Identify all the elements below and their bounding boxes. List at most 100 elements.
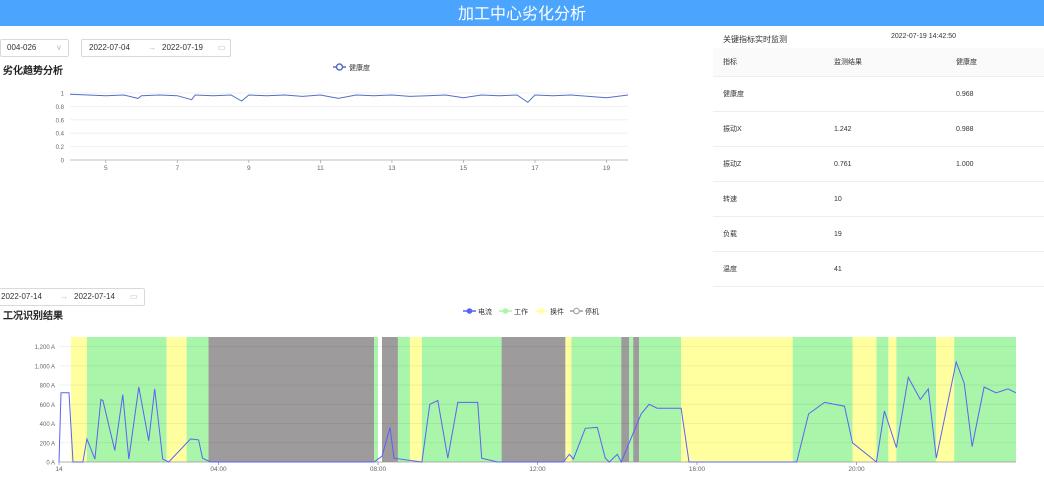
state-band — [374, 337, 378, 462]
range-end[interactable]: 2022-07-19 — [162, 40, 203, 56]
table-row: 健康度 0.968 — [713, 76, 1044, 112]
table-cell: 负载 — [713, 216, 824, 252]
y-tick-label: 1 — [61, 92, 65, 98]
legend-work[interactable]: 工作 — [499, 307, 528, 316]
y-tick-label: 200 A — [40, 441, 55, 447]
x-tick-label: 13 — [388, 165, 396, 172]
state-band — [381, 337, 398, 462]
table-row: 负载 19 — [713, 216, 1044, 252]
legend-swap[interactable]: 换件 — [535, 307, 564, 316]
table-cell — [946, 181, 1044, 217]
table-cell: 温度 — [713, 251, 824, 287]
column-header: 监测结果 — [824, 48, 946, 77]
device-select-value: 004-026 — [7, 43, 37, 52]
state-band — [621, 337, 630, 462]
state-band — [681, 337, 793, 462]
x-tick-label: 11 — [317, 165, 324, 172]
legend-label: 停机 — [585, 307, 599, 316]
table-cell: 转速 — [713, 181, 824, 217]
column-header: 指标 — [713, 48, 824, 77]
table-cell: 0.968 — [946, 76, 1044, 112]
x-tick-label: 14 — [55, 466, 63, 473]
y-tick-label: 0.8 — [56, 105, 65, 111]
monitor-table: 指标 监测结果 健康度 健康度 0.968 振动X 1.242 0.988 振动Z 0.… — [713, 48, 1044, 287]
table-row: 转速 10 — [713, 181, 1044, 217]
x-tick-label: 08:00 — [370, 466, 387, 473]
condition-legend[interactable]: 电流 工作 换件 停机 — [463, 307, 599, 316]
arrow-right-icon: → — [148, 43, 156, 52]
table-cell: 19 — [824, 216, 946, 252]
table-cell: 0.761 — [824, 146, 946, 182]
state-band — [166, 337, 187, 462]
monitor-panel: 关键指标实时监测 2022-07-19 14:42:50 指标 监测结果 健康度… — [713, 28, 1044, 290]
table-cell: 振动X — [713, 111, 824, 147]
x-tick-label: 7 — [175, 165, 179, 172]
state-band — [501, 337, 566, 462]
health-series-line — [69, 93, 629, 104]
x-tick-label: 19 — [603, 165, 611, 172]
state-band — [70, 337, 87, 462]
trend-legend-label: 健康度 — [349, 63, 370, 72]
state-band — [421, 337, 502, 462]
x-tick-label: 9 — [247, 165, 251, 172]
table-cell: 健康度 — [713, 76, 824, 112]
x-tick-label: 17 — [531, 165, 539, 172]
table-cell: 10 — [824, 181, 946, 217]
legend-label: 工作 — [514, 307, 528, 316]
legend-label: 电流 — [478, 307, 492, 316]
x-tick-label: 12:00 — [529, 466, 546, 473]
state-band — [565, 337, 572, 462]
x-tick-label: 16:00 — [689, 466, 706, 473]
state-band — [639, 337, 682, 462]
x-tick-label: 15 — [460, 165, 468, 172]
device-select[interactable]: 004-026 ∨ — [0, 39, 69, 57]
y-tick-label: 0 A — [46, 461, 55, 467]
condition-chart: 电流 工作 换件 停机 0 A 200 A 400 A 600 A 800 A 1,000… — [35, 307, 1017, 473]
legend-current[interactable]: 电流 — [463, 307, 492, 316]
y-tick-label: 400 A — [40, 422, 55, 428]
chevron-down-icon: ∨ — [56, 43, 62, 52]
table-row: 振动X 1.242 0.988 — [713, 111, 1044, 147]
monitor-timestamp: 2022-07-19 14:42:50 — [891, 33, 956, 40]
y-tick-label: 800 A — [40, 384, 55, 390]
legend-label: 换件 — [550, 307, 564, 316]
state-band — [571, 337, 622, 462]
state-band — [186, 337, 209, 462]
table-cell — [946, 251, 1044, 287]
x-tick-label: 20:00 — [848, 466, 865, 473]
table-row: 温度 41 — [713, 251, 1044, 287]
legend-stop[interactable]: 停机 — [570, 307, 599, 316]
range-start[interactable]: 2022-07-04 — [89, 40, 130, 56]
state-band — [86, 337, 167, 462]
state-band — [208, 337, 375, 462]
table-cell: 41 — [824, 251, 946, 287]
monitor-title: 关键指标实时监测 — [723, 35, 787, 44]
table-cell: 振动Z — [713, 146, 824, 182]
state-band — [629, 337, 634, 462]
date-range-picker-trend[interactable]: 2022-07-04 → 2022-07-19 ▭ — [81, 39, 231, 57]
y-tick-label: 0.2 — [56, 145, 65, 151]
x-tick-label: 5 — [104, 165, 108, 172]
page-title: 加工中心劣化分析 — [0, 0, 1044, 26]
state-band — [397, 337, 410, 462]
calendar-icon: ▭ — [218, 43, 226, 52]
table-cell — [946, 216, 1044, 252]
table-cell: 1.000 — [946, 146, 1044, 182]
table-cell — [824, 76, 946, 112]
state-band — [876, 337, 889, 462]
y-tick-label: 1,200 A — [35, 345, 55, 351]
state-band — [852, 337, 877, 462]
trend-legend[interactable]: 健康度 — [333, 63, 370, 72]
table-cell: 0.988 — [946, 111, 1044, 147]
state-band — [633, 337, 640, 462]
state-band — [954, 337, 1016, 462]
x-tick-label: 04:00 — [210, 466, 227, 473]
trend-chart: 健康度 0 0.2 0.4 0.6 0.8 1 5 7 9 11 13 15 17 19 — [56, 63, 629, 172]
y-tick-label: 1,000 A — [35, 364, 55, 370]
table-header-row: 指标 监测结果 健康度 — [713, 48, 1044, 77]
y-tick-label: 0 — [61, 159, 65, 165]
y-tick-label: 0.6 — [56, 118, 65, 124]
table-cell: 1.242 — [824, 111, 946, 147]
state-band — [409, 337, 422, 462]
column-header: 健康度 — [946, 48, 1044, 77]
